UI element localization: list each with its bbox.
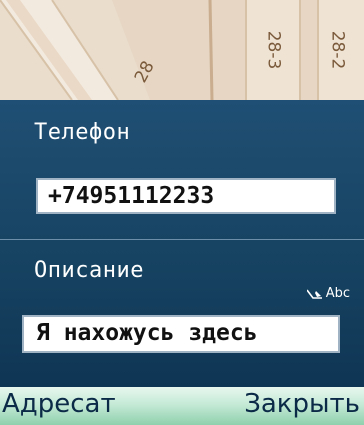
phone-label: Телефон [34, 120, 131, 145]
street-number-28-2: 28-2 [327, 30, 348, 70]
contact-dialog: Телефон +74951112233 Описание Abc Я нахо… [0, 100, 364, 387]
softkey-left-recipient[interactable]: Адресат [2, 389, 116, 419]
divider [0, 239, 364, 240]
softkey-bar: Адресат Закрыть [0, 387, 364, 425]
street-number-28-3: 28-3 [263, 30, 284, 70]
description-field[interactable]: Я нахожусь здесь [22, 315, 340, 353]
pen-icon [306, 289, 322, 299]
map-background: 28 28-3 28-2 [0, 0, 364, 100]
phone-field[interactable]: +74951112233 [36, 178, 336, 214]
description-value: Я нахожусь здесь [36, 320, 258, 346]
phone-value: +74951112233 [48, 183, 215, 209]
map-streets [0, 0, 364, 100]
input-mode-label: Abc [325, 286, 350, 301]
screen: 28 28-3 28-2 Телефон +74951112233 Описан… [0, 0, 364, 425]
input-mode-indicator: Abc [306, 286, 350, 301]
description-label: Описание [34, 258, 144, 283]
softkey-right-close[interactable]: Закрыть [244, 389, 360, 419]
